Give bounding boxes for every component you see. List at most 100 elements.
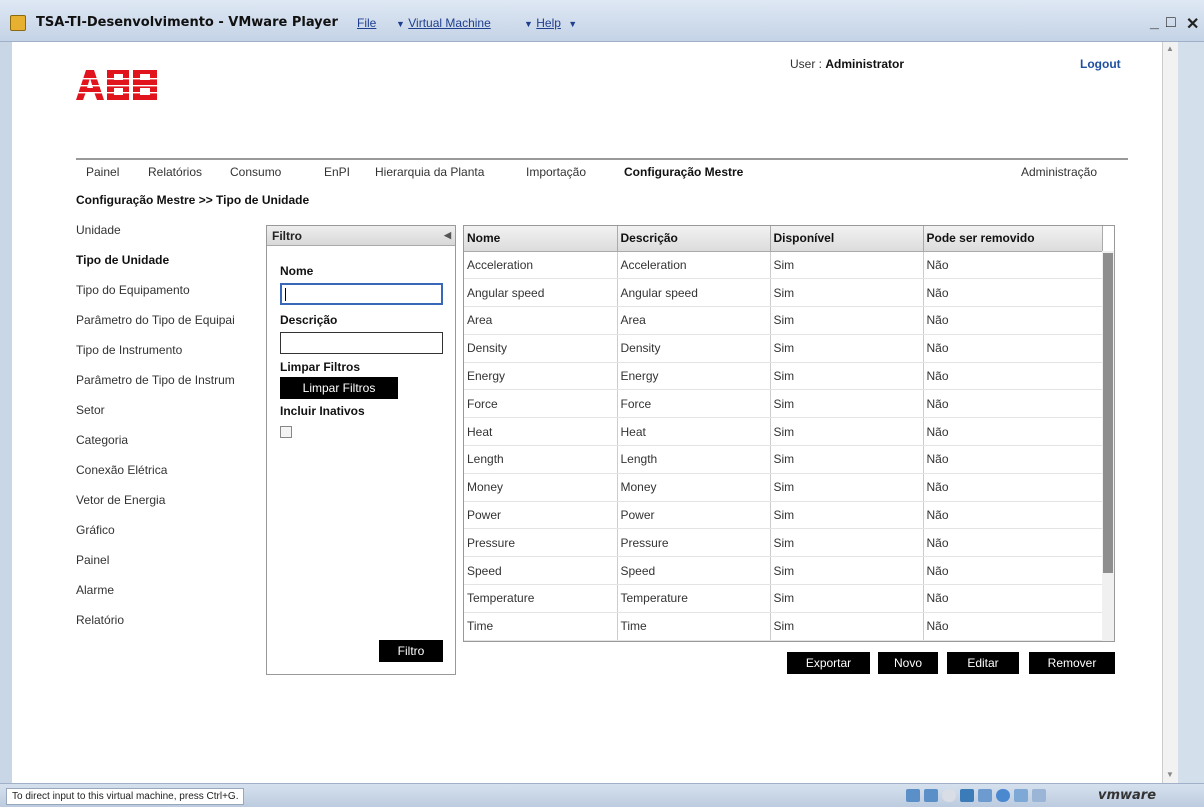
table-cell: Sim	[770, 417, 924, 447]
table-cell: Não	[923, 612, 1103, 641]
sidebar-item-grafico[interactable]: Gráfico	[76, 523, 115, 537]
sidebar-item-tipo-do-equipamento[interactable]: Tipo do Equipamento	[76, 283, 190, 297]
table-row[interactable]: Area Area Sim Não	[464, 306, 1103, 335]
table-cell: Angular speed	[617, 278, 771, 308]
sidebar-item-alarme[interactable]: Alarme	[76, 583, 114, 597]
sidebar-item-parametro-tipo-equipamento[interactable]: Parâmetro do Tipo de Equipai	[76, 313, 235, 327]
column-header-descricao[interactable]: Descrição	[617, 226, 771, 252]
clear-filters-button[interactable]: Limpar Filtros	[280, 377, 398, 399]
table-cell: Heat	[617, 417, 771, 447]
nav-hierarquia[interactable]: Hierarquia da Planta	[375, 165, 484, 179]
table-vertical-scrollbar[interactable]	[1102, 251, 1114, 641]
nav-painel[interactable]: Painel	[86, 165, 119, 179]
nav-administracao[interactable]: Administração	[1021, 165, 1097, 179]
scrollbar-thumb[interactable]	[1103, 253, 1113, 573]
table-cell: Angular speed	[464, 278, 618, 308]
nav-importacao[interactable]: Importação	[526, 165, 586, 179]
table-row[interactable]: Energy Energy Sim Não	[464, 362, 1103, 391]
printer-icon[interactable]	[1014, 789, 1028, 802]
menu-help[interactable]: ▼ Help ▼	[520, 16, 577, 30]
column-header-nome[interactable]: Nome	[464, 226, 618, 252]
remove-button[interactable]: Remover	[1029, 652, 1115, 674]
vm-vertical-scrollbar[interactable]: ▲ ▼	[1162, 42, 1178, 783]
table-cell: Não	[923, 445, 1103, 474]
table-row[interactable]: Length Length Sim Não	[464, 445, 1103, 474]
sidebar-item-tipo-de-unidade[interactable]: Tipo de Unidade	[76, 253, 169, 267]
status-message: To direct input to this virtual machine,…	[6, 788, 245, 805]
table-cell: Acceleration	[464, 251, 618, 280]
restore-button[interactable]: □	[1166, 14, 1176, 32]
table-row[interactable]: Angular speed Angular speed Sim Não	[464, 278, 1103, 308]
table-cell: Area	[464, 306, 618, 335]
table-cell: Sim	[770, 473, 924, 502]
table-row[interactable]: Pressure Pressure Sim Não	[464, 528, 1103, 558]
sidebar-item-unidade[interactable]: Unidade	[76, 223, 121, 237]
hard-disk-icon[interactable]	[906, 789, 920, 802]
table-cell: Area	[617, 306, 771, 335]
table-cell: Temperature	[464, 584, 618, 613]
sound-icon[interactable]	[1032, 789, 1046, 802]
table-row[interactable]: Power Power Sim Não	[464, 501, 1103, 530]
clear-filters-label: Limpar Filtros	[280, 360, 361, 374]
export-button[interactable]: Exportar	[787, 652, 870, 674]
filter-panel-header: Filtro ◀	[267, 226, 455, 246]
column-header-pode-ser-removido[interactable]: Pode ser removido	[923, 226, 1103, 252]
table-cell: Não	[923, 417, 1103, 447]
scroll-up-icon[interactable]: ▲	[1166, 44, 1174, 53]
sidebar-item-setor[interactable]: Setor	[76, 403, 105, 417]
new-button[interactable]: Novo	[878, 652, 938, 674]
sidebar-item-categoria[interactable]: Categoria	[76, 433, 128, 447]
nav-consumo[interactable]: Consumo	[230, 165, 281, 179]
usb-icon[interactable]	[978, 789, 992, 802]
table-row[interactable]: Temperature Temperature Sim Não	[464, 584, 1103, 613]
sidebar-item-tipo-de-instrumento[interactable]: Tipo de Instrumento	[76, 343, 182, 357]
collapse-left-icon[interactable]: ◀	[444, 230, 451, 241]
vmware-logo: vmware	[1098, 788, 1157, 803]
sidebar-item-relatorio[interactable]: Relatório	[76, 613, 124, 627]
sidebar-item-parametro-tipo-instrumento[interactable]: Parâmetro de Tipo de Instrum	[76, 373, 235, 387]
table-cell: Length	[464, 445, 618, 474]
description-input[interactable]	[280, 332, 443, 354]
table-cell: Time	[464, 612, 618, 641]
table-row[interactable]: Money Money Sim Não	[464, 473, 1103, 502]
include-inactive-checkbox[interactable]	[280, 426, 292, 438]
table-cell: Time	[617, 612, 771, 641]
sidebar-item-vetor-de-energia[interactable]: Vetor de Energia	[76, 493, 165, 507]
table-cell: Sim	[770, 528, 924, 558]
name-input[interactable]	[280, 283, 443, 305]
table-cell: Não	[923, 306, 1103, 335]
table-row[interactable]: Time Time Sim Não	[464, 612, 1103, 641]
include-inactive-label: Incluir Inativos	[280, 404, 365, 418]
close-button[interactable]: ✕	[1186, 14, 1199, 34]
table-cell: Energy	[464, 362, 618, 391]
menu-file[interactable]: File	[357, 16, 376, 30]
edit-button[interactable]: Editar	[947, 652, 1019, 674]
sidebar-item-painel[interactable]: Painel	[76, 553, 109, 567]
table-cell: Power	[464, 501, 618, 530]
table-row[interactable]: Speed Speed Sim Não	[464, 556, 1103, 586]
table-cell: Pressure	[617, 528, 771, 558]
table-row[interactable]: Density Density Sim Não	[464, 334, 1103, 363]
chevron-down-icon: ▼	[524, 19, 533, 29]
table-row[interactable]: Force Force Sim Não	[464, 389, 1103, 419]
bluetooth-icon[interactable]	[996, 789, 1010, 802]
cd-drive-icon[interactable]	[924, 789, 938, 802]
scroll-down-icon[interactable]: ▼	[1166, 770, 1174, 779]
nav-configuracao-mestre[interactable]: Configuração Mestre	[624, 165, 743, 179]
network-icon[interactable]	[960, 789, 974, 802]
table-cell: Não	[923, 362, 1103, 391]
vmware-title-bar: TSA-TI-Desenvolvimento - VMware Player F…	[0, 0, 1204, 42]
filter-title: Filtro	[272, 229, 302, 243]
logout-link[interactable]: Logout	[1080, 57, 1121, 71]
column-header-disponivel[interactable]: Disponível	[770, 226, 924, 252]
nav-enpi[interactable]: EnPI	[324, 165, 350, 179]
minimize-button[interactable]: _	[1150, 14, 1159, 32]
filter-button[interactable]: Filtro	[379, 640, 443, 662]
floppy-icon[interactable]	[942, 789, 956, 802]
sidebar-item-conexao-eletrica[interactable]: Conexão Elétrica	[76, 463, 167, 477]
nav-relatorios[interactable]: Relatórios	[148, 165, 202, 179]
table-row[interactable]: Heat Heat Sim Não	[464, 417, 1103, 447]
table-row[interactable]: Acceleration Acceleration Sim Não	[464, 251, 1103, 280]
menu-virtual-machine[interactable]: ▼ Virtual Machine	[392, 16, 491, 30]
table-cell: Speed	[464, 556, 618, 586]
